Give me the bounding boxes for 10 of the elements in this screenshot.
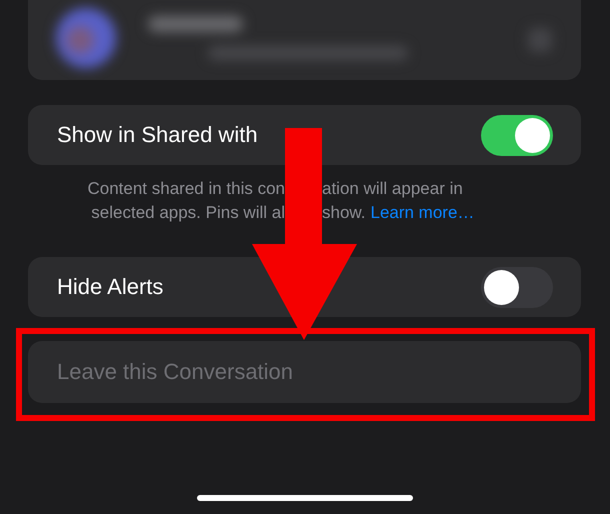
contact-card[interactable]	[28, 0, 581, 80]
toggle-switch[interactable]	[481, 266, 553, 308]
toggle-label: Show in Shared with	[57, 122, 258, 148]
footnote-text: show.	[322, 202, 366, 224]
footnote-text: ation will appear in	[322, 178, 463, 200]
toggle-label: Hide Alerts	[57, 274, 164, 300]
learn-more-link[interactable]: Learn more…	[370, 201, 474, 225]
footnote-text: Content shared in this con	[87, 178, 285, 200]
toggle-switch[interactable]	[481, 114, 553, 156]
footnote-text: selected apps. Pins will al	[91, 202, 285, 224]
